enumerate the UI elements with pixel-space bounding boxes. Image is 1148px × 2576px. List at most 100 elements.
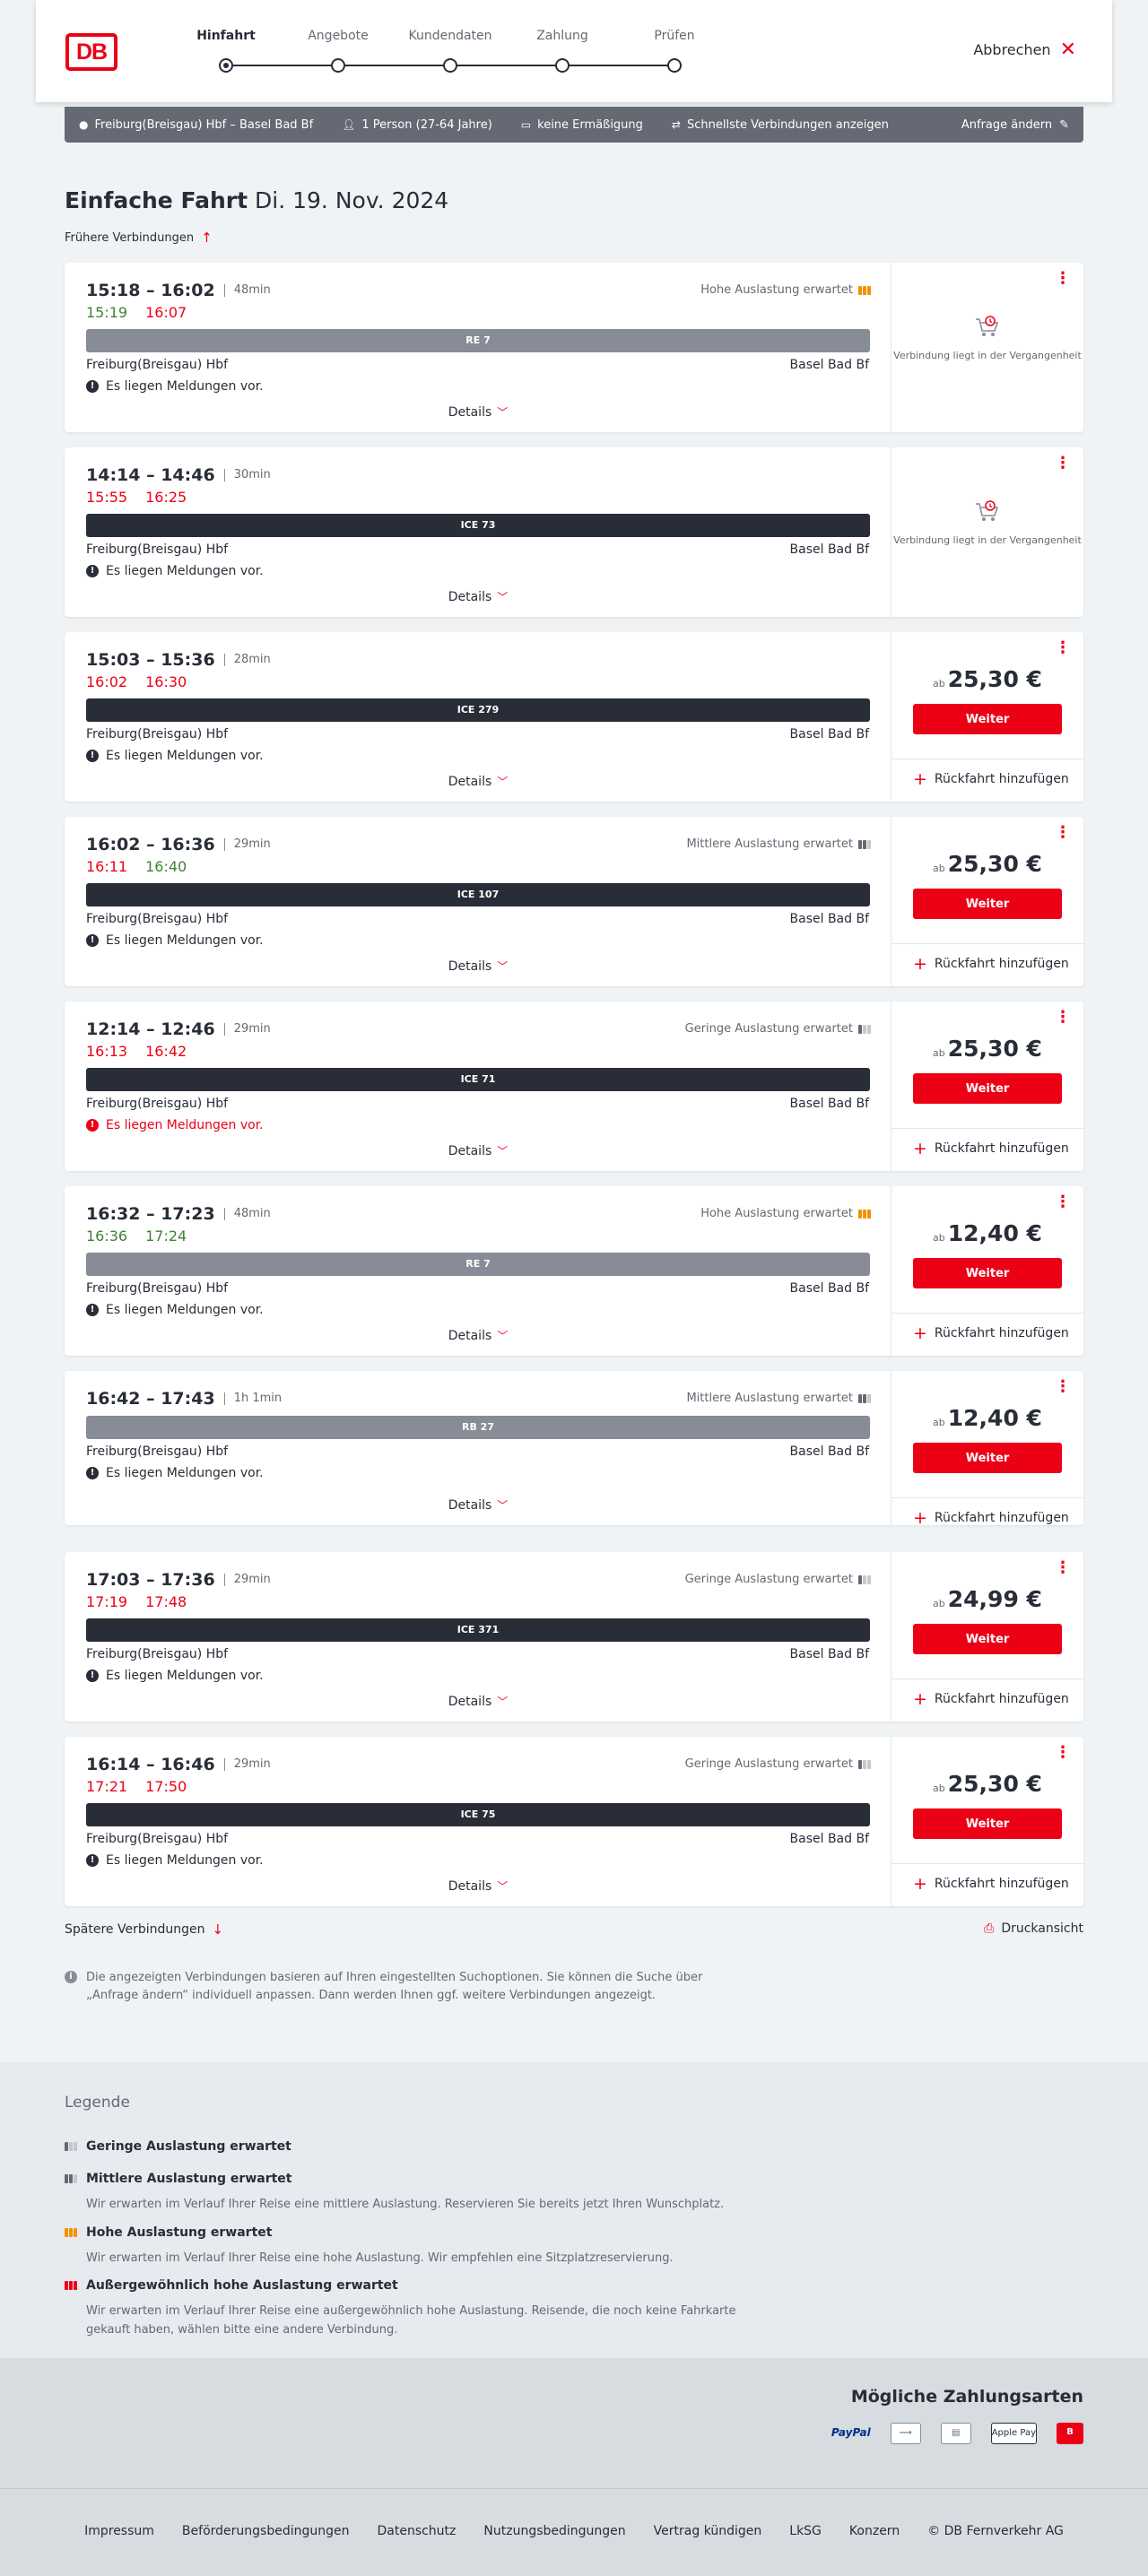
details-toggle[interactable]: Details ﹀	[65, 774, 891, 789]
low-load-icon	[65, 2142, 77, 2151]
continue-button[interactable]: Weiter	[913, 1073, 1062, 1104]
footer-link-befoerderung[interactable]: Beförderungsbedingungen	[182, 2524, 350, 2538]
footer-link-nutzung[interactable]: Nutzungsbedingungen	[483, 2524, 625, 2538]
details-toggle[interactable]: Details ﹀	[65, 1328, 891, 1343]
destination-station: Basel Bad Bf	[789, 1281, 869, 1296]
connection-main: 14:14 – 14:46 30min 15:55 16:25 ICE 73 Freibu…	[65, 447, 891, 617]
db-logo[interactable]: DB	[65, 33, 117, 71]
scheduled-times: 14:14 – 14:46 30min	[86, 465, 271, 485]
page-title: Einfache Fahrt Di. 19. Nov. 2024	[65, 187, 448, 213]
details-toggle[interactable]: Details ﹀	[65, 1143, 891, 1158]
service-message[interactable]: ! Es liegen Meldungen vor.	[86, 564, 264, 578]
apple-pay-logo: Apple Pay	[990, 2423, 1037, 2444]
print-view-link[interactable]: ⎙ Druckansicht	[984, 1921, 1083, 1936]
service-message[interactable]: ! Es liegen Meldungen vor.	[86, 749, 264, 763]
train-bar[interactable]: ICE 71	[86, 1068, 870, 1091]
load-icon	[858, 1024, 871, 1034]
earlier-connections-link[interactable]: Frühere Verbindungen ↑	[65, 230, 213, 246]
later-connections-link[interactable]: Spätere Verbindungen ↓	[65, 1921, 223, 1938]
train-bar[interactable]: ICE 73	[86, 514, 870, 537]
chevron-down-icon: ﹀	[497, 1880, 509, 1893]
origin-station: Freiburg(Breisgau) Hbf	[86, 1281, 229, 1296]
continue-button[interactable]: Weiter	[913, 1258, 1062, 1288]
offer-panel: ⋮ ab 25,30 € Weiter + Rückfahrt hinzufügen	[891, 1002, 1083, 1171]
continue-button[interactable]: Weiter	[913, 1443, 1062, 1473]
cancel-button[interactable]: Abbrechen ✕	[973, 39, 1076, 59]
train-bar[interactable]: RE 7	[86, 329, 870, 352]
more-options-icon[interactable]: ⋮	[1055, 271, 1071, 287]
duration: 29min	[223, 1574, 271, 1586]
details-toggle[interactable]: Details ﹀	[65, 589, 891, 604]
details-toggle[interactable]: Details ﹀	[65, 404, 891, 420]
more-options-icon[interactable]: ⋮	[1055, 455, 1071, 472]
continue-button[interactable]: Weiter	[913, 704, 1062, 734]
continue-button[interactable]: Weiter	[913, 1808, 1062, 1839]
duration: 30min	[223, 469, 271, 481]
chevron-down-icon: ﹀	[497, 1696, 509, 1708]
more-options-icon[interactable]: ⋮	[1055, 1194, 1071, 1210]
scheduled-times: 16:14 – 16:46 29min	[86, 1755, 271, 1774]
service-message[interactable]: ! Es liegen Meldungen vor.	[86, 1303, 264, 1317]
train-bar[interactable]: ICE 371	[86, 1618, 870, 1642]
more-options-icon[interactable]: ⋮	[1055, 825, 1071, 841]
details-toggle[interactable]: Details ﹀	[65, 1878, 891, 1894]
location-pin-icon: ●	[79, 118, 89, 131]
footer-link-lksg[interactable]: LkSG	[789, 2524, 822, 2538]
service-message[interactable]: ! Es liegen Meldungen vor.	[86, 1853, 264, 1868]
footer: Impressum Beförderungsbedingungen Datens…	[0, 2488, 1148, 2576]
service-message[interactable]: ! Es liegen Meldungen vor.	[86, 1118, 264, 1132]
plus-icon: +	[913, 769, 927, 789]
connection-card: 16:42 – 17:43 1h 1min Mittlere Auslastung …	[65, 1371, 1083, 1527]
cart-icon	[976, 316, 999, 336]
load-indicator: Mittlere Auslastung erwartet	[686, 837, 871, 851]
footer-link-datenschutz[interactable]: Datenschutz	[377, 2524, 456, 2538]
train-bar[interactable]: RE 7	[86, 1253, 870, 1276]
more-options-icon[interactable]: ⋮	[1055, 1745, 1071, 1761]
train-bar[interactable]: ICE 75	[86, 1803, 870, 1826]
service-message[interactable]: ! Es liegen Meldungen vor.	[86, 1466, 264, 1480]
divider	[891, 1678, 1083, 1679]
price: ab 25,30 €	[933, 1036, 1042, 1062]
add-return-button[interactable]: + Rückfahrt hinzufügen	[913, 1510, 1069, 1527]
step-kundendaten: Kundendaten	[401, 29, 500, 73]
add-return-button[interactable]: + Rückfahrt hinzufügen	[913, 1325, 1069, 1342]
load-icon	[858, 1393, 871, 1403]
swap-arrows-icon: ⇄	[671, 118, 681, 131]
load-icon	[858, 285, 871, 295]
train-bar[interactable]: ICE 107	[86, 883, 870, 906]
load-indicator: Mittlere Auslastung erwartet	[686, 1392, 871, 1405]
continue-button[interactable]: Weiter	[913, 1624, 1062, 1654]
realtime-arrival: 16:07	[145, 304, 187, 321]
destination-station: Basel Bad Bf	[789, 1832, 869, 1846]
more-options-icon[interactable]: ⋮	[1055, 1010, 1071, 1026]
more-options-icon[interactable]: ⋮	[1055, 640, 1071, 656]
query-persons: 👤︎ 1 Person (27-64 Jahre)	[342, 117, 492, 132]
more-options-icon[interactable]: ⋮	[1055, 1560, 1071, 1576]
train-bar[interactable]: ICE 279	[86, 698, 870, 722]
footer-link-konzern[interactable]: Konzern	[849, 2524, 900, 2538]
footer-link-kuendigen[interactable]: Vertrag kündigen	[654, 2524, 762, 2538]
card-icon: ▭	[520, 118, 532, 131]
add-return-button[interactable]: + Rückfahrt hinzufügen	[913, 1691, 1069, 1708]
more-options-icon[interactable]: ⋮	[1055, 1379, 1071, 1395]
edit-query-button[interactable]: Anfrage ändern ✎	[961, 118, 1069, 132]
add-return-button[interactable]: + Rückfahrt hinzufügen	[913, 956, 1069, 973]
add-return-button[interactable]: + Rückfahrt hinzufügen	[913, 1141, 1069, 1158]
add-return-button[interactable]: + Rückfahrt hinzufügen	[913, 769, 1069, 789]
details-toggle[interactable]: Details ﹀	[65, 1497, 891, 1513]
legend-item-extreme: Außergewöhnlich hohe Auslastung erwartet…	[65, 2278, 782, 2339]
service-message[interactable]: ! Es liegen Meldungen vor.	[86, 1669, 264, 1683]
add-return-button[interactable]: + Rückfahrt hinzufügen	[913, 1876, 1069, 1893]
price: ab 12,40 €	[933, 1405, 1042, 1431]
service-message[interactable]: ! Es liegen Meldungen vor.	[86, 933, 264, 948]
details-toggle[interactable]: Details ﹀	[65, 958, 891, 974]
pencil-icon: ✎	[1059, 117, 1069, 132]
service-message[interactable]: ! Es liegen Meldungen vor.	[86, 379, 264, 394]
details-toggle[interactable]: Details ﹀	[65, 1694, 891, 1709]
load-indicator: Hohe Auslastung erwartet	[700, 283, 871, 297]
exclamation-icon: !	[86, 750, 99, 762]
footer-link-impressum[interactable]: Impressum	[84, 2524, 154, 2538]
continue-button[interactable]: Weiter	[913, 889, 1062, 919]
scheduled-times: 15:18 – 16:02 48min	[86, 281, 271, 300]
train-bar[interactable]: RB 27	[86, 1416, 870, 1439]
